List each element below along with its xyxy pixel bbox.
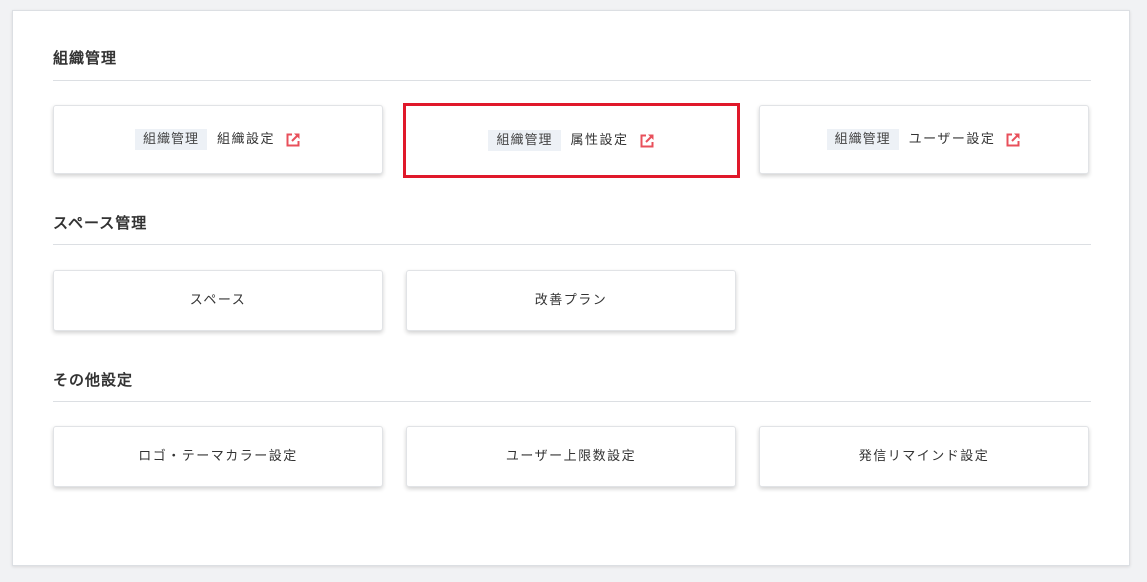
external-link-icon [1005,132,1021,148]
improvement-plan-card[interactable]: 改善プラン [406,270,736,331]
external-link-icon [285,132,301,148]
card-label: スペース [189,293,247,308]
card-label: ロゴ・テーマカラー設定 [138,449,298,464]
card-label: ユーザー設定 [908,132,996,147]
card-label: 属性設定 [570,133,629,148]
card-tag: 組織管理 [826,129,899,150]
section-title-space: スペース管理 [53,214,148,232]
card-tag: 組織管理 [134,129,207,150]
attribute-settings-card[interactable]: 組織管理 属性設定 [403,103,740,178]
card-tag: 組織管理 [488,130,561,151]
section-divider [53,80,1091,81]
section-title-organization: 組織管理 [53,49,118,67]
settings-panel: 組織管理 組織管理 組織設定 組織管理 属性設定 組織管理 ユーザー設定 スペー… [12,10,1130,566]
card-label: 改善プラン [534,293,608,308]
user-settings-card[interactable]: 組織管理 ユーザー設定 [759,105,1089,174]
external-link-icon [639,133,655,149]
space-card[interactable]: スペース [53,270,383,331]
section-title-other: その他設定 [53,371,134,389]
send-reminder-card[interactable]: 発信リマインド設定 [759,426,1089,487]
section-divider [53,244,1091,245]
org-settings-card[interactable]: 組織管理 組織設定 [53,105,383,174]
card-label: ユーザー上限数設定 [505,449,637,464]
logo-theme-color-card[interactable]: ロゴ・テーマカラー設定 [53,426,383,487]
card-label: 組織設定 [217,132,276,147]
section-divider [53,401,1091,402]
card-label: 発信リマインド設定 [858,449,990,464]
user-limit-card[interactable]: ユーザー上限数設定 [406,426,736,487]
